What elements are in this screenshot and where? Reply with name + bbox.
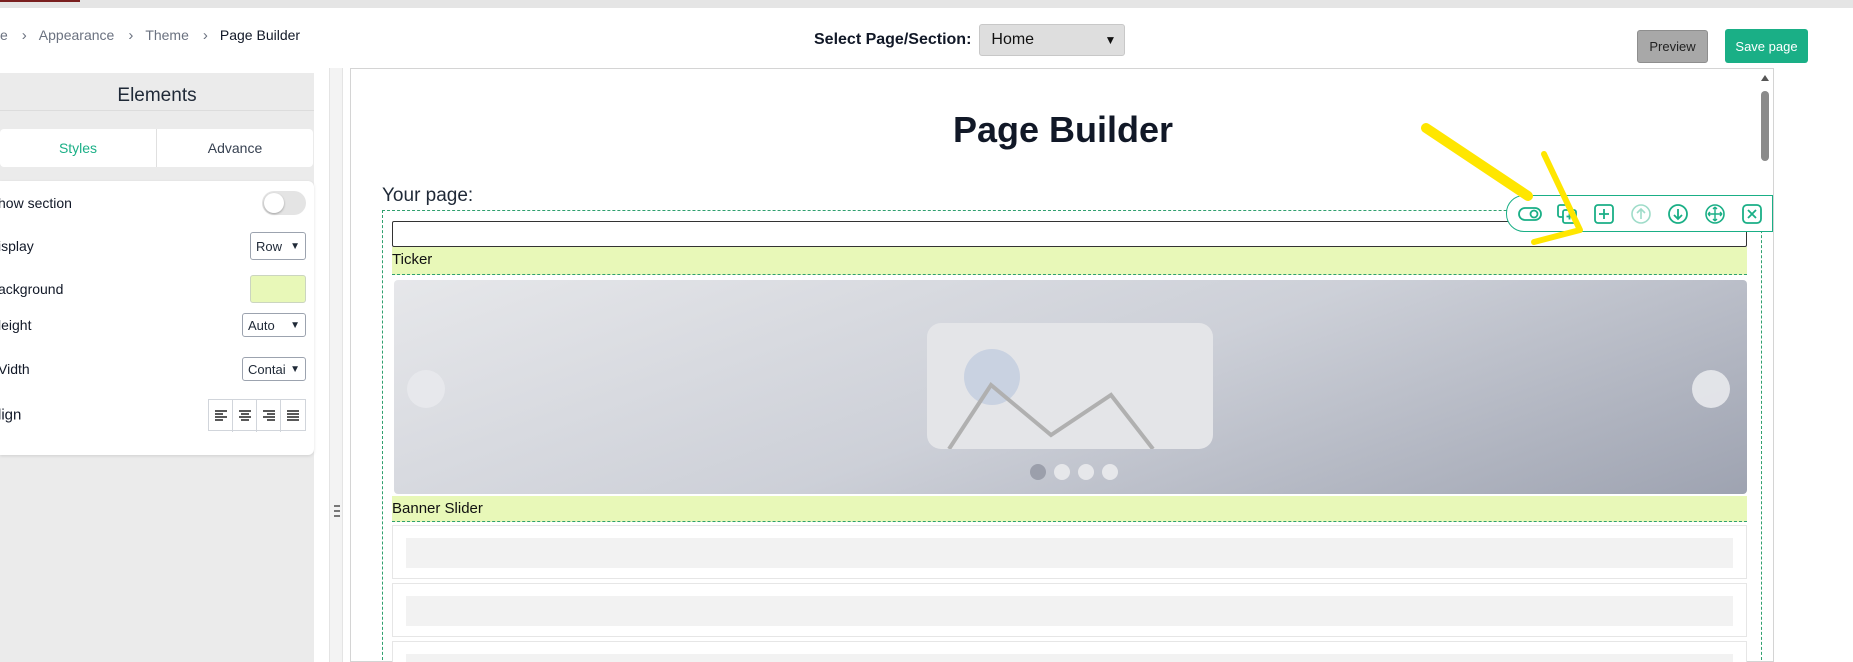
prop-show-section: how section <box>0 189 314 217</box>
placeholder-bar <box>406 538 1733 568</box>
page-builder-canvas: Page Builder Your page: Ticker Banner Sl… <box>350 68 1774 662</box>
placeholder-bar <box>406 596 1733 626</box>
image-placeholder-icon <box>927 323 1213 449</box>
panel-resize-gutter[interactable] <box>329 68 343 662</box>
preview-button[interactable]: Preview <box>1637 30 1708 63</box>
prop-height: leight Auto ▼ <box>0 311 314 339</box>
slider-dots <box>1030 464 1118 480</box>
placeholder-bar <box>406 654 1733 662</box>
page-section-selector: Select Page/Section: Home ▼ <box>814 24 1126 56</box>
your-page-label: Your page: <box>382 185 474 206</box>
add-icon[interactable] <box>1591 201 1617 227</box>
chevron-down-icon: ▼ <box>290 240 300 252</box>
width-select[interactable]: Contai ▼ <box>242 357 306 381</box>
chevron-right-icon: › <box>21 26 27 44</box>
align-button-group <box>208 399 306 432</box>
display-select[interactable]: Row ▼ <box>250 232 306 260</box>
sidebar-title: Elements <box>0 73 314 111</box>
breadcrumb-item-root[interactable]: e <box>0 27 8 43</box>
remove-icon[interactable] <box>1739 201 1765 227</box>
save-page-button[interactable]: Save page <box>1725 29 1808 63</box>
slider-dot[interactable] <box>1078 464 1094 480</box>
width-value: Contai <box>248 361 286 377</box>
move-up-icon[interactable] <box>1628 201 1654 227</box>
tab-advance[interactable]: Advance <box>157 129 313 167</box>
page-select-dropdown[interactable]: Home ▼ <box>979 24 1126 56</box>
top-accent-strip <box>0 0 80 2</box>
align-left-icon[interactable] <box>209 400 233 432</box>
display-label: isplay <box>0 238 34 254</box>
canvas-scrollbar[interactable] <box>1757 69 1773 662</box>
ticker-section-label[interactable]: Ticker <box>392 247 1747 275</box>
breadcrumb-item-theme[interactable]: Theme <box>145 27 189 43</box>
slider-dot[interactable] <box>1102 464 1118 480</box>
chevron-down-icon: ▼ <box>1104 33 1117 47</box>
duplicate-icon[interactable] <box>1554 201 1580 227</box>
page-select-label: Select Page/Section: <box>814 31 972 48</box>
width-label: Vidth <box>0 361 30 377</box>
breadcrumb-item-appearance[interactable]: Appearance <box>39 27 115 43</box>
section-properties-panel: how section isplay Row ▼ ackground leigh… <box>0 181 314 455</box>
background-label: ackground <box>0 281 64 297</box>
show-section-label: how section <box>0 195 72 211</box>
scroll-thumb[interactable] <box>1761 91 1769 161</box>
slider-prev-arrow[interactable] <box>407 370 445 408</box>
align-center-icon[interactable] <box>233 400 257 432</box>
sidebar-tabs: Styles Advance <box>0 129 313 167</box>
tab-styles[interactable]: Styles <box>0 129 157 167</box>
prop-background: ackground <box>0 275 314 303</box>
align-right-icon[interactable] <box>257 400 281 432</box>
slider-dot[interactable] <box>1030 464 1046 480</box>
placeholder-section[interactable] <box>392 641 1747 662</box>
toggle-knob <box>264 193 284 213</box>
placeholder-section[interactable] <box>392 525 1747 579</box>
background-color-swatch[interactable] <box>250 275 306 303</box>
page-select-value: Home <box>991 31 1035 48</box>
height-select[interactable]: Auto ▼ <box>242 313 306 337</box>
window-top-bar <box>0 0 1853 8</box>
breadcrumb-item-current: Page Builder <box>219 27 301 43</box>
breadcrumb: e › Appearance › Theme › Page Builder <box>0 25 300 45</box>
align-justify-icon[interactable] <box>281 400 305 432</box>
placeholder-section[interactable] <box>392 583 1747 637</box>
prop-display: isplay Row ▼ <box>0 232 314 260</box>
height-label: leight <box>0 317 32 333</box>
chevron-right-icon: › <box>128 26 134 44</box>
chevron-down-icon: ▼ <box>290 363 300 375</box>
page-title: Page Builder <box>952 109 1174 150</box>
section-action-toolbar <box>1506 195 1773 232</box>
prop-width: Vidth Contai ▼ <box>0 355 314 383</box>
display-value: Row <box>256 238 283 254</box>
chevron-right-icon: › <box>202 26 208 44</box>
slider-dot[interactable] <box>1054 464 1070 480</box>
scroll-up-arrow-icon[interactable] <box>1761 75 1769 81</box>
slider-next-arrow[interactable] <box>1692 370 1730 408</box>
banner-slider-preview[interactable] <box>394 280 1747 494</box>
prop-align: lign <box>0 399 314 432</box>
drag-grip-icon[interactable] <box>333 505 341 517</box>
show-section-toggle[interactable] <box>262 191 306 215</box>
height-value: Auto <box>248 317 275 333</box>
drag-move-icon[interactable] <box>1702 201 1728 227</box>
toggle-visibility-icon[interactable] <box>1517 201 1543 227</box>
elements-sidebar: Elements Styles Advance how section ispl… <box>0 73 314 662</box>
chevron-down-icon: ▼ <box>290 319 300 331</box>
align-label: lign <box>0 406 22 424</box>
banner-slider-section-label[interactable]: Banner Slider <box>392 496 1747 522</box>
move-down-icon[interactable] <box>1665 201 1691 227</box>
